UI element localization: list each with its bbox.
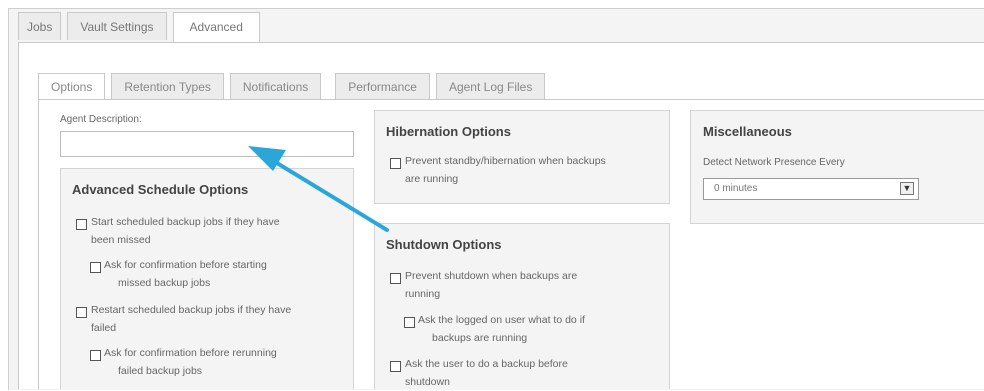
confirm-start-label-1: Ask for confirmation before starting — [104, 259, 267, 271]
start-missed-checkbox[interactable] — [76, 219, 87, 230]
restart-failed-label-1: Restart scheduled backup jobs if they ha… — [91, 304, 292, 316]
subtab-options[interactable]: Options — [38, 73, 106, 100]
backup-before-shutdown-checkbox[interactable] — [390, 361, 401, 372]
tab-jobs[interactable]: Jobs — [18, 12, 62, 40]
prevent-standby-label-2: are running — [405, 173, 459, 185]
confirm-rerun-checkbox[interactable] — [90, 350, 101, 361]
detect-network-label: Detect Network Presence Every — [703, 157, 845, 168]
ask-user-label-1: Ask the logged on user what to do if — [418, 314, 585, 326]
advanced-schedule-title: Advanced Schedule Options — [72, 182, 249, 197]
detect-network-select[interactable]: 0 minutes ▼ — [703, 178, 919, 200]
sub-tab-bar: Options Retention Types Notifications Pe… — [38, 73, 551, 100]
prevent-shutdown-label-1: Prevent shutdown when backups are — [405, 270, 578, 282]
top-tab-bar: Jobs Vault Settings Advanced — [18, 12, 266, 43]
confirm-start-label-2: missed backup jobs — [118, 277, 211, 289]
confirm-start-checkbox[interactable] — [90, 262, 101, 273]
backup-before-shutdown-label-2: shutdown — [405, 376, 450, 388]
restart-failed-label-2: failed — [91, 322, 117, 334]
tab-vault-settings[interactable]: Vault Settings — [67, 12, 167, 40]
prevent-standby-label-1: Prevent standby/hibernation when backups — [405, 155, 606, 167]
subtab-notifications[interactable]: Notifications — [229, 73, 322, 99]
agent-description-input[interactable] — [60, 131, 354, 157]
start-missed-label-1: Start scheduled backup jobs if they have — [91, 216, 280, 228]
confirm-rerun-label-2: failed backup jobs — [118, 365, 203, 377]
subtab-agent-log-files[interactable]: Agent Log Files — [435, 73, 546, 99]
prevent-shutdown-label-2: running — [405, 288, 441, 300]
detect-network-value: 0 minutes — [714, 183, 758, 194]
confirm-rerun-label-1: Ask for confirmation before rerunning — [104, 347, 277, 359]
ask-user-label-2: backups are running — [432, 332, 528, 344]
hibernation-title: Hibernation Options — [386, 124, 511, 139]
subtab-performance[interactable]: Performance — [335, 73, 430, 99]
tab-advanced[interactable]: Advanced — [172, 12, 260, 43]
miscellaneous-title: Miscellaneous — [703, 124, 792, 139]
shutdown-title: Shutdown Options — [386, 237, 502, 252]
start-missed-label-2: been missed — [91, 234, 151, 246]
agent-description-label: Agent Description: — [60, 114, 142, 125]
prevent-standby-checkbox[interactable] — [390, 158, 401, 169]
backup-before-shutdown-label-1: Ask the user to do a backup before — [405, 358, 568, 370]
ask-user-checkbox[interactable] — [404, 317, 415, 328]
chevron-down-icon[interactable]: ▼ — [900, 182, 914, 195]
subtab-retention-types[interactable]: Retention Types — [111, 73, 224, 99]
restart-failed-checkbox[interactable] — [76, 307, 87, 318]
prevent-shutdown-checkbox[interactable] — [390, 273, 401, 284]
